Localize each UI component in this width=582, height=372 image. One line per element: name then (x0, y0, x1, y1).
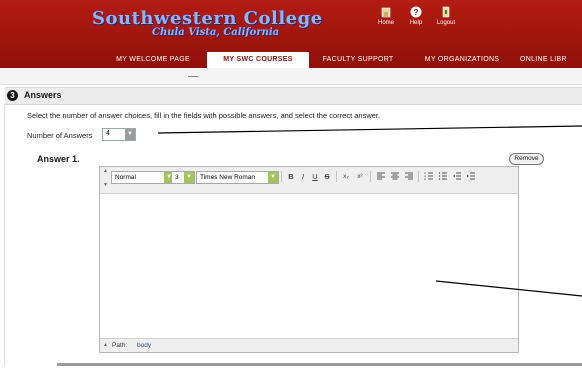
underline-button[interactable]: U (310, 171, 320, 182)
outdent-icon[interactable] (452, 171, 462, 182)
logout-link-label: Logout (436, 20, 456, 26)
bold-button[interactable]: B (286, 171, 296, 182)
number-of-answers-select[interactable]: 4 ▼ (102, 128, 136, 141)
editor-toolbar: ▲ ▼ Normal ▼ 3 ▼ Times New Roman ▼ B I U… (100, 167, 518, 194)
main-nav: MY WELCOME PAGE MY SWC COURSES FACULTY S… (0, 52, 582, 69)
answer-1-label: Answer 1. (37, 154, 80, 164)
strikethrough-button[interactable]: S (322, 171, 332, 182)
sub-navigation-bar (0, 68, 582, 85)
toolbar-collapse-grip[interactable]: ▲ (103, 168, 108, 174)
status-grip[interactable]: ▲ (103, 339, 108, 352)
font-size-select-value: 3 (175, 174, 179, 181)
header-links: Home ? Help Logout (371, 6, 461, 38)
page-bottom-divider (57, 363, 582, 366)
font-family-select[interactable]: Times New Roman ▼ (196, 171, 279, 184)
path-body-link[interactable]: body (137, 339, 151, 352)
answer-1-rich-text-editor: ▲ ▼ Normal ▼ 3 ▼ Times New Roman ▼ B I U… (99, 166, 519, 353)
home-icon (381, 7, 391, 18)
site-header: Southwestern College Chula Vista, Califo… (0, 0, 582, 69)
college-logo-title[interactable]: Southwestern College (92, 8, 323, 29)
svg-text:?: ? (414, 8, 419, 17)
editor-content-area[interactable] (100, 194, 518, 338)
home-link-label: Home (377, 20, 394, 26)
number-of-answers-value: 4 (106, 130, 110, 137)
section-title: Answers (24, 90, 62, 100)
align-left-icon[interactable] (376, 171, 386, 182)
toolbar-separator (418, 171, 419, 182)
step-number-badge: 3 (7, 90, 18, 101)
help-icon: ? (410, 6, 422, 18)
help-link-label: Help (409, 20, 423, 26)
chevron-down-icon: ▼ (125, 129, 135, 140)
number-of-answers-label: Number of Answers (27, 131, 93, 140)
toolbar-separator (336, 171, 337, 182)
chevron-down-icon: ▼ (268, 172, 278, 183)
header-link-help[interactable]: ? Help (401, 6, 431, 26)
font-size-select[interactable]: 3 ▼ (171, 171, 195, 184)
italic-button[interactable]: I (298, 171, 308, 182)
callout-line-number-of-answers (157, 125, 582, 134)
align-right-icon[interactable] (404, 171, 414, 182)
path-label: Path: (112, 342, 128, 349)
content-left-border (4, 104, 5, 366)
unordered-list-icon[interactable] (438, 171, 448, 182)
answers-instructions: Select the number of answer choices, fil… (27, 111, 381, 120)
tab-my-organizations[interactable]: MY ORGANIZATIONS (410, 52, 514, 68)
tab-faculty-support[interactable]: FACULTY SUPPORT (312, 52, 404, 68)
font-family-select-value: Times New Roman (200, 174, 256, 181)
ordered-list-icon[interactable] (424, 171, 434, 182)
answers-section-header: 3 Answers (5, 87, 582, 105)
chevron-down-icon: ▼ (184, 172, 194, 183)
toolbar-expand-grip[interactable]: ▼ (103, 182, 108, 188)
remove-answer-button[interactable]: Remove (509, 153, 544, 165)
tab-my-swc-courses[interactable]: MY SWC COURSES (207, 52, 309, 69)
toolbar-separator (370, 171, 371, 182)
indent-icon[interactable] (466, 171, 476, 182)
toolbar-separator (281, 171, 282, 182)
tab-online-library[interactable]: ONLINE LIBR (520, 52, 582, 68)
editor-status-bar: ▲ Path: body (100, 338, 518, 352)
header-link-home[interactable]: Home (371, 6, 401, 26)
superscript-button[interactable]: x² (354, 171, 366, 182)
format-select-value: Normal (115, 174, 136, 181)
college-logo-subtitle: Chula Vista, California (152, 27, 280, 38)
tab-my-welcome-page[interactable]: MY WELCOME PAGE (104, 52, 202, 68)
subscript-button[interactable]: x₂ (340, 171, 352, 182)
logout-icon (442, 6, 450, 18)
subnav-indicator (188, 76, 198, 77)
align-center-icon[interactable] (390, 171, 400, 182)
format-select[interactable]: Normal ▼ (111, 171, 175, 184)
header-link-logout[interactable]: Logout (431, 6, 461, 26)
